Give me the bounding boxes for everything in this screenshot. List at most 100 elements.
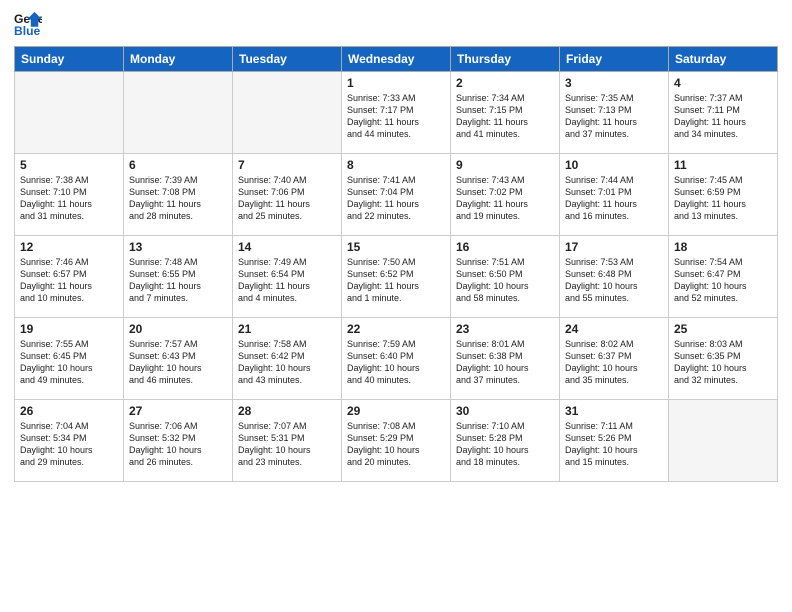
weekday-header-saturday: Saturday xyxy=(669,47,778,72)
day-number: 20 xyxy=(129,322,227,336)
cell-details: Sunrise: 7:43 AM Sunset: 7:02 PM Dayligh… xyxy=(456,174,554,223)
calendar-cell: 10 Sunrise: 7:44 AM Sunset: 7:01 PM Dayli… xyxy=(560,154,669,236)
calendar-cell: 5Sunrise: 7:38 AM Sunset: 7:10 PM Daylig… xyxy=(15,154,124,236)
calendar-week-2: 5Sunrise: 7:38 AM Sunset: 7:10 PM Daylig… xyxy=(15,154,778,236)
calendar-week-5: 26 Sunrise: 7:04 AM Sunset: 5:34 PM Dayli… xyxy=(15,400,778,482)
calendar-week-3: 12 Sunrise: 7:46 AM Sunset: 6:57 PM Dayli… xyxy=(15,236,778,318)
cell-details: Sunrise: 7:53 AM Sunset: 6:48 PM Dayligh… xyxy=(565,256,663,305)
day-number: 25 xyxy=(674,322,772,336)
logo-icon: General Blue xyxy=(14,10,42,38)
day-number: 26 xyxy=(20,404,118,418)
calendar-cell: 1 Sunrise: 7:33 AM Sunset: 7:17 PM Daylig… xyxy=(342,72,451,154)
calendar-cell: 26 Sunrise: 7:04 AM Sunset: 5:34 PM Dayli… xyxy=(15,400,124,482)
cell-details: Sunrise: 7:41 AM Sunset: 7:04 PM Dayligh… xyxy=(347,174,445,223)
weekday-header-wednesday: Wednesday xyxy=(342,47,451,72)
day-number: 31 xyxy=(565,404,663,418)
day-number: 1 xyxy=(347,76,445,90)
day-number: 3 xyxy=(565,76,663,90)
day-number: 4 xyxy=(674,76,772,90)
day-number: 9 xyxy=(456,158,554,172)
cell-details: Sunrise: 7:10 AM Sunset: 5:28 PM Dayligh… xyxy=(456,420,554,469)
day-number: 8 xyxy=(347,158,445,172)
cell-details: Sunrise: 7:11 AM Sunset: 5:26 PM Dayligh… xyxy=(565,420,663,469)
calendar-cell: 27Sunrise: 7:06 AM Sunset: 5:32 PM Dayli… xyxy=(124,400,233,482)
calendar-cell: 6 Sunrise: 7:39 AM Sunset: 7:08 PM Daylig… xyxy=(124,154,233,236)
calendar-cell: 16 Sunrise: 7:51 AM Sunset: 6:50 PM Dayli… xyxy=(451,236,560,318)
calendar-cell: 11Sunrise: 7:45 AM Sunset: 6:59 PM Dayli… xyxy=(669,154,778,236)
cell-details: Sunrise: 7:08 AM Sunset: 5:29 PM Dayligh… xyxy=(347,420,445,469)
calendar-cell: 3Sunrise: 7:35 AM Sunset: 7:13 PM Daylig… xyxy=(560,72,669,154)
day-number: 29 xyxy=(347,404,445,418)
cell-details: Sunrise: 7:50 AM Sunset: 6:52 PM Dayligh… xyxy=(347,256,445,305)
day-number: 6 xyxy=(129,158,227,172)
calendar-cell: 19Sunrise: 7:55 AM Sunset: 6:45 PM Dayli… xyxy=(15,318,124,400)
calendar-cell: 4 Sunrise: 7:37 AM Sunset: 7:11 PM Daylig… xyxy=(669,72,778,154)
calendar-cell xyxy=(233,72,342,154)
calendar-cell: 7 Sunrise: 7:40 AM Sunset: 7:06 PM Daylig… xyxy=(233,154,342,236)
calendar-week-4: 19Sunrise: 7:55 AM Sunset: 6:45 PM Dayli… xyxy=(15,318,778,400)
day-number: 30 xyxy=(456,404,554,418)
calendar-cell: 30 Sunrise: 7:10 AM Sunset: 5:28 PM Dayli… xyxy=(451,400,560,482)
cell-details: Sunrise: 7:45 AM Sunset: 6:59 PM Dayligh… xyxy=(674,174,772,223)
day-number: 10 xyxy=(565,158,663,172)
cell-details: Sunrise: 7:34 AM Sunset: 7:15 PM Dayligh… xyxy=(456,92,554,141)
calendar-cell: 17 Sunrise: 7:53 AM Sunset: 6:48 PM Dayli… xyxy=(560,236,669,318)
day-number: 27 xyxy=(129,404,227,418)
calendar-cell: 28 Sunrise: 7:07 AM Sunset: 5:31 PM Dayli… xyxy=(233,400,342,482)
calendar-cell: 9 Sunrise: 7:43 AM Sunset: 7:02 PM Daylig… xyxy=(451,154,560,236)
logo: General Blue xyxy=(14,10,42,38)
calendar-cell xyxy=(669,400,778,482)
day-number: 5 xyxy=(20,158,118,172)
calendar-cell xyxy=(124,72,233,154)
calendar-cell: 15 Sunrise: 7:50 AM Sunset: 6:52 PM Dayli… xyxy=(342,236,451,318)
calendar-week-1: 1 Sunrise: 7:33 AM Sunset: 7:17 PM Daylig… xyxy=(15,72,778,154)
cell-details: Sunrise: 7:51 AM Sunset: 6:50 PM Dayligh… xyxy=(456,256,554,305)
weekday-header-tuesday: Tuesday xyxy=(233,47,342,72)
cell-details: Sunrise: 7:07 AM Sunset: 5:31 PM Dayligh… xyxy=(238,420,336,469)
cell-details: Sunrise: 7:49 AM Sunset: 6:54 PM Dayligh… xyxy=(238,256,336,305)
cell-details: Sunrise: 8:02 AM Sunset: 6:37 PM Dayligh… xyxy=(565,338,663,387)
calendar-cell: 14 Sunrise: 7:49 AM Sunset: 6:54 PM Dayli… xyxy=(233,236,342,318)
weekday-header-thursday: Thursday xyxy=(451,47,560,72)
page: General Blue SundayMondayTuesdayWednesda… xyxy=(0,0,792,612)
day-number: 24 xyxy=(565,322,663,336)
day-number: 18 xyxy=(674,240,772,254)
day-number: 14 xyxy=(238,240,336,254)
cell-details: Sunrise: 7:58 AM Sunset: 6:42 PM Dayligh… xyxy=(238,338,336,387)
calendar-cell: 23 Sunrise: 8:01 AM Sunset: 6:38 PM Dayli… xyxy=(451,318,560,400)
calendar-cell: 25Sunrise: 8:03 AM Sunset: 6:35 PM Dayli… xyxy=(669,318,778,400)
weekday-header-friday: Friday xyxy=(560,47,669,72)
day-number: 21 xyxy=(238,322,336,336)
cell-details: Sunrise: 7:48 AM Sunset: 6:55 PM Dayligh… xyxy=(129,256,227,305)
cell-details: Sunrise: 7:33 AM Sunset: 7:17 PM Dayligh… xyxy=(347,92,445,141)
calendar-cell: 24 Sunrise: 8:02 AM Sunset: 6:37 PM Dayli… xyxy=(560,318,669,400)
day-number: 23 xyxy=(456,322,554,336)
calendar-cell: 18 Sunrise: 7:54 AM Sunset: 6:47 PM Dayli… xyxy=(669,236,778,318)
calendar-cell: 12 Sunrise: 7:46 AM Sunset: 6:57 PM Dayli… xyxy=(15,236,124,318)
header: General Blue xyxy=(14,10,778,38)
day-number: 17 xyxy=(565,240,663,254)
calendar-cell: 29 Sunrise: 7:08 AM Sunset: 5:29 PM Dayli… xyxy=(342,400,451,482)
day-number: 16 xyxy=(456,240,554,254)
day-number: 19 xyxy=(20,322,118,336)
cell-details: Sunrise: 7:37 AM Sunset: 7:11 PM Dayligh… xyxy=(674,92,772,141)
weekday-header-sunday: Sunday xyxy=(15,47,124,72)
day-number: 12 xyxy=(20,240,118,254)
day-number: 28 xyxy=(238,404,336,418)
calendar-cell: 2Sunrise: 7:34 AM Sunset: 7:15 PM Daylig… xyxy=(451,72,560,154)
cell-details: Sunrise: 7:46 AM Sunset: 6:57 PM Dayligh… xyxy=(20,256,118,305)
calendar: SundayMondayTuesdayWednesdayThursdayFrid… xyxy=(14,46,778,482)
weekday-header-row: SundayMondayTuesdayWednesdayThursdayFrid… xyxy=(15,47,778,72)
calendar-cell: 20Sunrise: 7:57 AM Sunset: 6:43 PM Dayli… xyxy=(124,318,233,400)
cell-details: Sunrise: 8:01 AM Sunset: 6:38 PM Dayligh… xyxy=(456,338,554,387)
cell-details: Sunrise: 7:54 AM Sunset: 6:47 PM Dayligh… xyxy=(674,256,772,305)
day-number: 15 xyxy=(347,240,445,254)
calendar-cell: 21 Sunrise: 7:58 AM Sunset: 6:42 PM Dayli… xyxy=(233,318,342,400)
cell-details: Sunrise: 7:40 AM Sunset: 7:06 PM Dayligh… xyxy=(238,174,336,223)
calendar-cell: 31 Sunrise: 7:11 AM Sunset: 5:26 PM Dayli… xyxy=(560,400,669,482)
cell-details: Sunrise: 7:44 AM Sunset: 7:01 PM Dayligh… xyxy=(565,174,663,223)
day-number: 7 xyxy=(238,158,336,172)
cell-details: Sunrise: 7:39 AM Sunset: 7:08 PM Dayligh… xyxy=(129,174,227,223)
calendar-cell: 22Sunrise: 7:59 AM Sunset: 6:40 PM Dayli… xyxy=(342,318,451,400)
cell-details: Sunrise: 7:04 AM Sunset: 5:34 PM Dayligh… xyxy=(20,420,118,469)
